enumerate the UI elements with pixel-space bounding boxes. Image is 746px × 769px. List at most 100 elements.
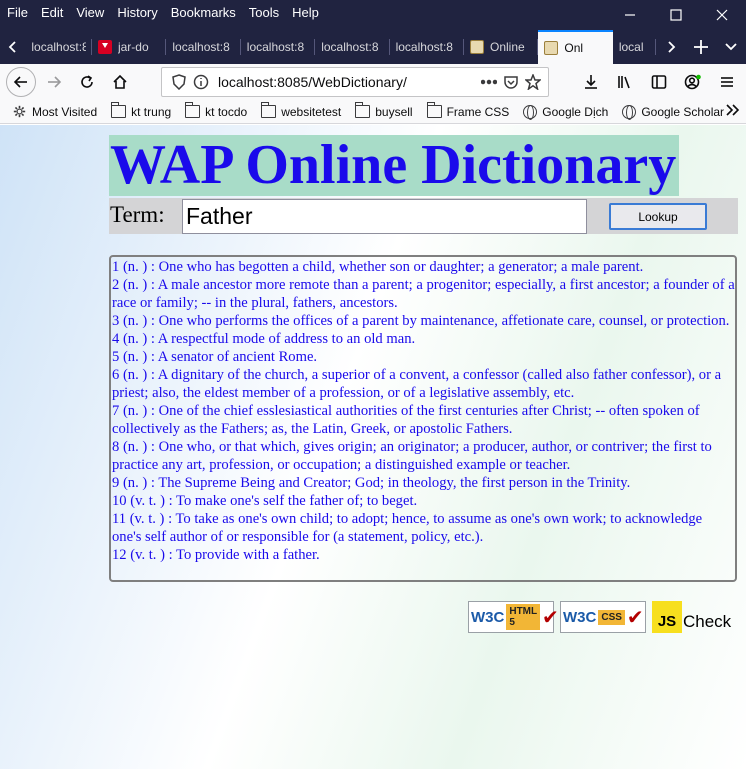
menu-edit[interactable]: Edit: [41, 5, 63, 20]
plus-icon: [694, 40, 709, 54]
downloads-button[interactable]: [576, 67, 606, 97]
checkmark-icon: ✔: [541, 605, 559, 629]
account-button[interactable]: [678, 67, 708, 97]
lookup-button[interactable]: Lookup: [609, 203, 707, 230]
definition-item: 2 (n. ) : A male ancestor more remote th…: [112, 277, 735, 311]
w3c-logo: W3C: [471, 608, 505, 626]
forward-button[interactable]: [39, 67, 69, 97]
term-input[interactable]: [182, 199, 587, 234]
new-tab-button[interactable]: [686, 30, 716, 64]
tracking-protection-icon[interactable]: [168, 71, 190, 93]
bookmark-most-visited[interactable]: Most Visited: [12, 105, 97, 119]
tab-localhost-3[interactable]: localhost:8: [241, 30, 316, 64]
home-icon: [113, 74, 127, 89]
chevron-down-icon: [725, 43, 737, 51]
reload-button[interactable]: [72, 67, 102, 97]
bookmark-label: websitetest: [281, 104, 342, 119]
menu-bookmarks[interactable]: Bookmarks: [171, 5, 236, 20]
tab-online-dictionary-active[interactable]: Onl: [538, 30, 613, 64]
menu-tools[interactable]: Tools: [249, 5, 279, 20]
double-chevron-right-icon: [726, 104, 740, 116]
home-button[interactable]: [105, 67, 135, 97]
tab-localhost-5[interactable]: localhost:8: [390, 30, 464, 64]
tab-label: localhost:8: [172, 40, 230, 54]
html5-label: HTML 5: [506, 604, 540, 630]
definition-item: 7 (n. ) : One of the chief esslesiastica…: [112, 403, 700, 437]
library-icon: [618, 76, 630, 89]
minimize-button[interactable]: [607, 0, 653, 30]
library-button[interactable]: [610, 67, 640, 97]
bookmarks-overflow-button[interactable]: [724, 102, 740, 121]
tab-label: localhost:8: [246, 40, 305, 54]
list-all-tabs-button[interactable]: [716, 30, 746, 64]
folder-icon: [426, 102, 442, 118]
tab-localhost-6[interactable]: local: [613, 30, 657, 64]
right-toolbar: [572, 67, 742, 97]
close-window-button[interactable]: [699, 0, 745, 30]
window-titlebar: File Edit View History Bookmarks Tools H…: [0, 0, 746, 64]
search-row: Term: Lookup: [109, 198, 738, 234]
maximize-button[interactable]: [653, 0, 699, 30]
definition-item: 3 (n. ) : One who performs the offices o…: [112, 313, 730, 329]
close-icon: [716, 9, 728, 21]
bookmark-label: Frame CSS: [446, 104, 510, 119]
folder-icon: [355, 102, 371, 118]
url-text[interactable]: localhost:8085/WebDictionary/: [218, 74, 407, 90]
bookmark-google-scholar[interactable]: Google Scholar: [622, 104, 725, 120]
site-info-icon[interactable]: [190, 71, 212, 93]
tab-label: localhost:8: [395, 40, 453, 54]
jscheck-label: Check: [683, 612, 732, 631]
checkmark-icon: ✔: [626, 605, 644, 629]
pocket-icon: [504, 76, 518, 89]
bookmark-folder-kt-trung[interactable]: kt trung: [111, 102, 171, 119]
sidebar-button[interactable]: [644, 67, 674, 97]
gear-icon: [13, 105, 26, 118]
pocket-button[interactable]: [500, 71, 522, 93]
app-menu-button[interactable]: [712, 67, 742, 97]
folder-icon: [185, 102, 201, 118]
w3c-css-badge[interactable]: W3C CSS ✔: [560, 601, 646, 633]
term-label: Term:: [110, 202, 165, 227]
tab-localhost-1[interactable]: localhost:8: [25, 30, 92, 64]
definition-item: 8 (n. ) : One who, or that which, gives …: [112, 439, 712, 473]
tab-jar-download[interactable]: jar-do: [92, 30, 167, 64]
globe-icon: [622, 104, 637, 120]
definitions-box: 1 (n. ) : One who has begotten a child, …: [109, 255, 737, 582]
chevron-right-icon: [668, 41, 676, 53]
definition-item: 4 (n. ) : A respectful mode of address t…: [112, 331, 416, 347]
tab-scroll-left-button[interactable]: [0, 30, 25, 64]
menu-view[interactable]: View: [76, 5, 104, 20]
bookmark-folder-kt-tocdo[interactable]: kt tocdo: [185, 102, 247, 119]
menu-history[interactable]: History: [117, 5, 157, 20]
tab-label: jar-do: [117, 40, 149, 54]
definition-item: 10 (v. t. ) : To make one's self the fat…: [112, 493, 418, 509]
bookmark-star-button[interactable]: [522, 71, 544, 93]
bookmark-label: Google Scholar: [641, 104, 725, 119]
arrow-left-icon: [13, 76, 27, 88]
definition-item: 12 (v. t. ) : To provide with a father.: [112, 547, 320, 563]
tab-scroll-right-button[interactable]: [656, 30, 686, 64]
tab-localhost-2[interactable]: localhost:8: [166, 30, 241, 64]
tab-online-dictionary[interactable]: Online: [464, 30, 539, 64]
bookmark-folder-websitetest[interactable]: websitetest: [261, 102, 342, 119]
css-label: CSS: [598, 609, 625, 625]
jscheck-badge[interactable]: JS Check: [652, 601, 731, 633]
w3c-html5-badge[interactable]: W3C HTML 5 ✔: [468, 601, 559, 633]
tab-tools: [656, 30, 746, 64]
bookmark-folder-buysell[interactable]: buysell: [355, 102, 413, 119]
dictionary-icon: [470, 40, 484, 54]
tab-label: Online: [490, 40, 525, 54]
menu-file[interactable]: File: [7, 5, 28, 20]
tab-label: Onl: [564, 41, 584, 55]
navigation-toolbar: localhost:8085/WebDictionary/: [0, 64, 746, 100]
bookmark-folder-frame-css[interactable]: Frame CSS: [426, 102, 510, 119]
tab-localhost-4[interactable]: localhost:8: [315, 30, 390, 64]
bookmark-google-dich[interactable]: Google Dịch: [523, 104, 608, 120]
page-actions-button[interactable]: [478, 71, 500, 93]
folder-icon: [111, 102, 127, 118]
address-bar[interactable]: localhost:8085/WebDictionary/: [161, 67, 549, 97]
back-button[interactable]: [6, 67, 36, 97]
download-icon: [97, 40, 112, 54]
menu-help[interactable]: Help: [292, 5, 319, 20]
definition-item: 5 (n. ) : A senator of ancient Rome.: [112, 349, 318, 365]
